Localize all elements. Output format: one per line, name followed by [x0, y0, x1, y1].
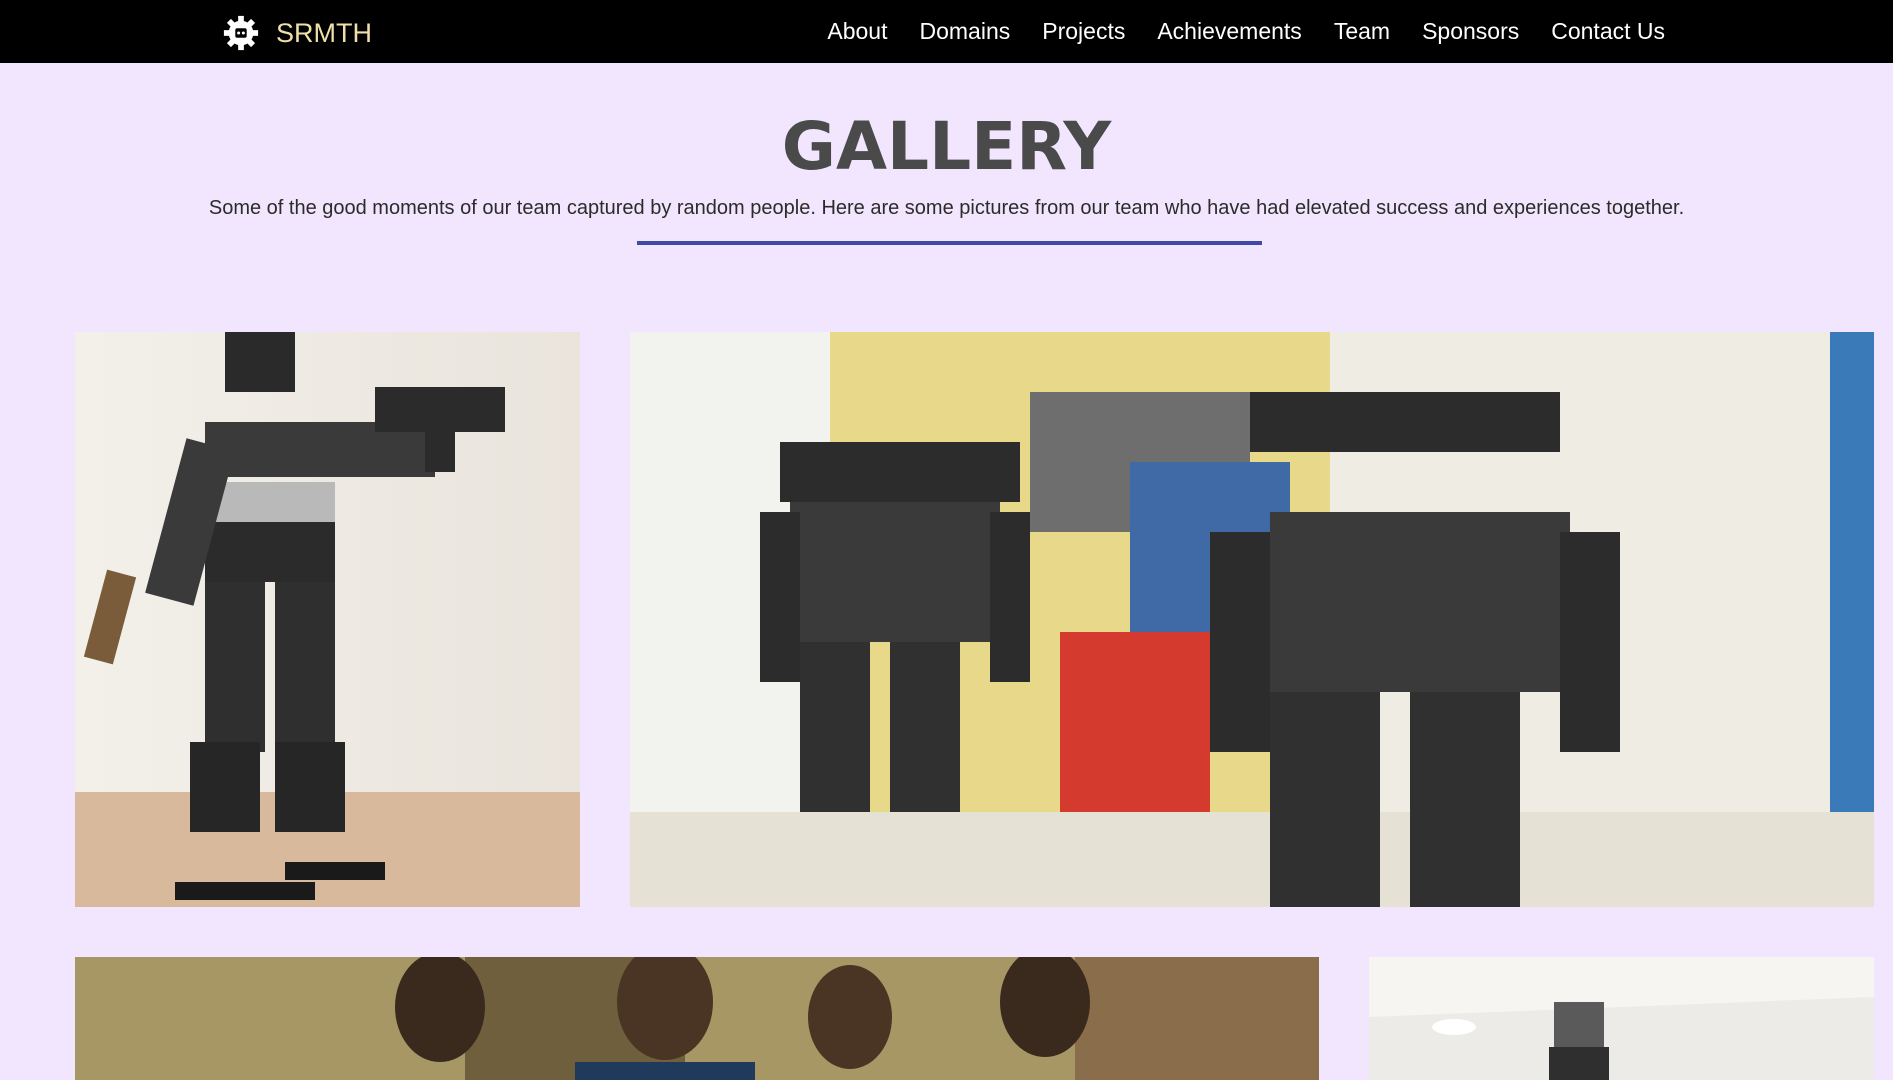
- gear-robot-icon: [223, 15, 259, 51]
- nav-contact-us[interactable]: Contact Us: [1551, 15, 1665, 47]
- title-divider: [637, 241, 1262, 245]
- nav-domains[interactable]: Domains: [919, 15, 1010, 47]
- robot-hall-photo-image: [1369, 957, 1874, 1080]
- brand-name: SRMTH: [276, 17, 372, 48]
- gallery-photo-two-robots[interactable]: [630, 332, 1874, 907]
- nav-projects[interactable]: Projects: [1042, 15, 1125, 47]
- two-robots-photo-image: [630, 332, 1874, 907]
- robot-photo-image: [75, 332, 580, 907]
- page-subtitle: Some of the good moments of our team cap…: [208, 197, 1685, 219]
- nav-about[interactable]: About: [827, 15, 887, 47]
- main-nav: About Domains Projects Achievements Team…: [795, 15, 1665, 47]
- gallery-photo-robot-with-gun[interactable]: [75, 332, 580, 907]
- navbar: SRMTH About Domains Projects Achievement…: [0, 0, 1893, 63]
- nav-sponsors[interactable]: Sponsors: [1422, 15, 1519, 47]
- gallery-photo-robot-hall[interactable]: [1369, 957, 1874, 1080]
- team-photo-image: [75, 957, 1319, 1080]
- nav-team[interactable]: Team: [1334, 15, 1390, 47]
- brand-link[interactable]: SRMTH: [222, 14, 372, 52]
- nav-achievements[interactable]: Achievements: [1157, 15, 1301, 47]
- gallery-photo-team-corridor[interactable]: [75, 957, 1319, 1080]
- page-title: GALLERY: [781, 108, 1112, 185]
